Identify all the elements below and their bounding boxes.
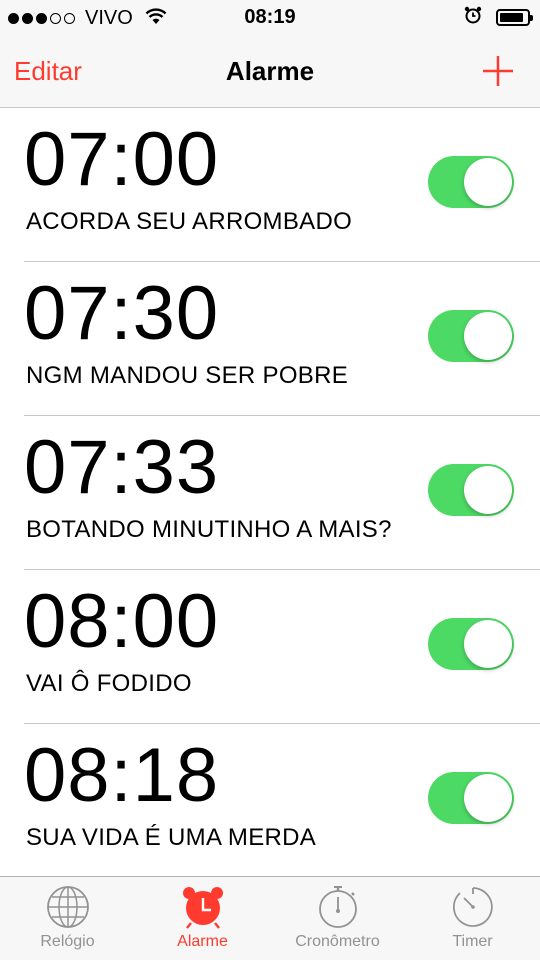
- alarm-time: 08:00: [24, 579, 220, 664]
- alarm-time: 08:18: [24, 733, 220, 818]
- tab-stopwatch[interactable]: Cronômetro: [270, 877, 405, 960]
- tab-timer[interactable]: Timer: [405, 877, 540, 960]
- alarm-row[interactable]: 08:00 VAI Ô FODIDO: [24, 570, 540, 724]
- page-title: Alarme: [225, 56, 315, 86]
- alarm-clock-icon: [182, 887, 223, 929]
- alarm-row[interactable]: 07:00 ACORDA SEU ARROMBADO: [24, 108, 540, 262]
- battery-level: [500, 13, 523, 22]
- tab-bar: Relógio Alarme Cronômetro Timer: [0, 876, 540, 960]
- alarm-label: ACORDA SEU ARROMBADO: [26, 208, 353, 235]
- toggle-knob: [464, 620, 512, 668]
- globe-icon: [46, 886, 89, 928]
- tab-clock[interactable]: Relógio: [0, 877, 135, 960]
- alarm-label: SUA VIDA É UMA MERDA: [26, 824, 317, 851]
- alarm-toggle[interactable]: [428, 156, 514, 208]
- alarm-time: 07:00: [24, 117, 220, 202]
- alarm-clock-icon: [464, 6, 482, 29]
- toggle-knob: [464, 158, 512, 206]
- tab-label: Relógio: [40, 933, 95, 950]
- add-alarm-button[interactable]: [482, 55, 514, 87]
- toggle-knob: [464, 774, 512, 822]
- tab-label: Timer: [452, 933, 493, 950]
- alarm-toggle[interactable]: [428, 618, 514, 670]
- alarm-label: NGM MANDOU SER POBRE: [26, 362, 349, 389]
- alarm-label: VAI Ô FODIDO: [26, 670, 192, 697]
- toggle-knob: [464, 466, 512, 514]
- toggle-knob: [464, 312, 512, 360]
- alarm-time: 07:30: [24, 271, 220, 356]
- tab-alarm[interactable]: Alarme: [135, 877, 270, 960]
- alarm-list: 07:00 ACORDA SEU ARROMBADO 07:30 NGM MAN…: [0, 108, 540, 878]
- alarm-toggle[interactable]: [428, 464, 514, 516]
- status-bar: VIVO 08:19: [0, 0, 540, 38]
- alarm-toggle[interactable]: [428, 310, 514, 362]
- status-time: 08:19: [244, 6, 296, 28]
- alarm-row[interactable]: 07:33 BOTANDO MINUTINHO A MAIS?: [24, 416, 540, 570]
- alarm-label: BOTANDO MINUTINHO A MAIS?: [26, 516, 392, 543]
- alarm-toggle[interactable]: [428, 772, 514, 824]
- stopwatch-icon: [318, 886, 357, 928]
- alarm-row[interactable]: 08:18 SUA VIDA É UMA MERDA: [24, 724, 540, 878]
- alarm-row[interactable]: 07:30 NGM MANDOU SER POBRE: [24, 262, 540, 416]
- plus-icon: [483, 56, 513, 86]
- alarm-time: 07:33: [24, 425, 220, 510]
- status-right: [464, 6, 533, 29]
- timer-icon: [452, 887, 493, 927]
- tab-label: Alarme: [177, 933, 228, 950]
- tab-label: Cronômetro: [295, 933, 380, 950]
- battery-icon: [496, 9, 533, 26]
- navigation-bar: Editar Alarme: [0, 38, 540, 108]
